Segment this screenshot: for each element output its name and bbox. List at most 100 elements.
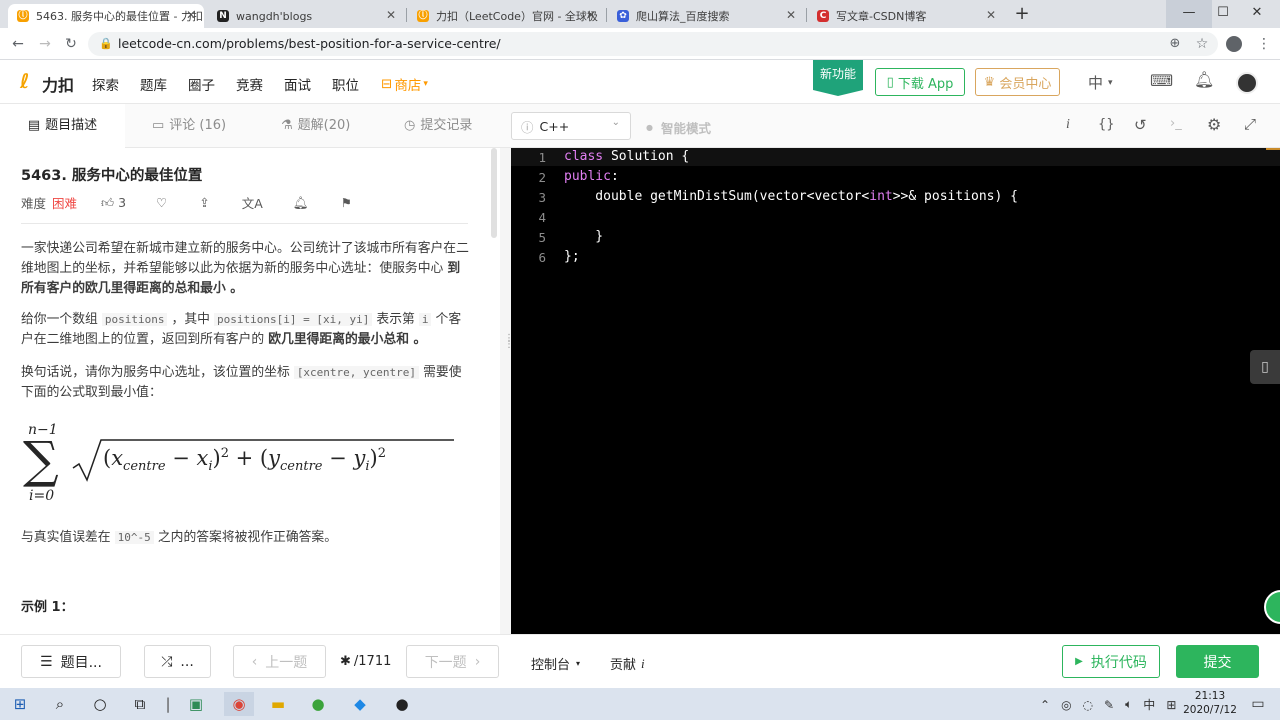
tab-title: 5463. 服务中心的最佳位置 - 力扣 — [36, 10, 203, 23]
volume-icon[interactable]: 🔈︎ — [1125, 697, 1132, 712]
close-icon[interactable]: ✕ — [586, 8, 596, 22]
vip-icon: ♛ — [983, 74, 996, 90]
settings-icon[interactable]: ⚙ — [1207, 115, 1221, 134]
app-icon[interactable]: ▣ — [184, 692, 208, 716]
browser-tab[interactable]: N wangdh'blogs ✕ — [208, 4, 404, 28]
prev-problem-button[interactable]: ‹ 上一题 — [233, 645, 326, 678]
reset-icon[interactable]: ↺ — [1134, 116, 1147, 134]
translate-icon[interactable]: 文A — [242, 193, 263, 212]
code-editor[interactable] — [511, 148, 1280, 634]
download-app-button[interactable]: ▯ 下载 App — [875, 68, 965, 96]
ime-indicator[interactable]: 中 — [1143, 696, 1155, 713]
nav-link-interview[interactable]: 面试 — [284, 74, 311, 94]
fullscreen-icon[interactable]: ⤢ — [1244, 115, 1256, 133]
submit-button[interactable]: 提交 — [1176, 645, 1259, 678]
network-icon[interactable]: ◌ — [1083, 698, 1093, 712]
clock-icon: ◷ — [404, 118, 416, 133]
back-icon[interactable]: ← — [9, 35, 27, 53]
thumb-up-icon: 👍︎ — [101, 194, 115, 210]
close-icon[interactable]: ✕ — [386, 8, 396, 22]
leetcode-icon: ⓛ — [417, 10, 429, 22]
vscode-icon[interactable]: ◆ — [348, 692, 372, 716]
reload-icon[interactable]: ↻ — [62, 35, 80, 53]
difficulty-label: 难度 — [21, 196, 47, 211]
avatar[interactable] — [1236, 72, 1258, 94]
browser-tab[interactable]: ⓛ 力扣（LeetCode）官网 - 全球极 ✕ — [408, 4, 604, 28]
paragraph-input: 给你一个数组 positions ，其中 positions[i] = [xi,… — [21, 312, 462, 347]
nav-link-problems[interactable]: 题库 — [140, 74, 167, 94]
chrome-icon[interactable]: ◉ — [224, 692, 254, 716]
contribute-button[interactable]: 贡献 i — [610, 654, 645, 674]
menu-kebab-icon[interactable]: ⋮ — [1255, 35, 1273, 53]
terminal-icon[interactable]: ›_ — [1170, 116, 1182, 131]
url-input[interactable]: 🔒 leetcode-cn.com/problems/best-position… — [88, 32, 1218, 56]
clock[interactable]: 21:13 2020/7/12 — [1175, 689, 1245, 717]
nav-link-jobs[interactable]: 职位 — [332, 74, 359, 94]
tab-divider — [806, 8, 807, 22]
language-switch[interactable]: 中 ▾ — [1088, 72, 1113, 93]
browser-tab[interactable]: ✿ 爬山算法_百度搜索 ✕ — [608, 4, 804, 28]
notion-icon: N — [217, 10, 229, 22]
tab-title: 写文章-CSDN博客 — [836, 10, 927, 23]
windows-start-icon[interactable]: ⊞ — [8, 692, 32, 716]
pen-icon[interactable]: ✎ — [1104, 698, 1114, 712]
forward-icon[interactable]: → — [36, 35, 54, 53]
task-view-icon[interactable]: ⧉ — [128, 692, 152, 716]
chevron-up-icon[interactable]: ⌃ — [1040, 698, 1050, 712]
browser-tab[interactable]: ⓛ 5463. 服务中心的最佳位置 - 力扣 ✕ — [8, 4, 204, 28]
tray-app-icon[interactable]: ◎ — [1061, 698, 1071, 712]
info-icon[interactable]: i — [1066, 117, 1070, 133]
close-icon[interactable]: ✕ — [186, 8, 196, 22]
tab-solutions[interactable]: ⚗ 题解(20) — [281, 104, 350, 148]
format-code-icon[interactable]: {} — [1098, 117, 1115, 132]
tab-description[interactable]: ▤ 题目描述 — [0, 104, 125, 148]
feedback-icon[interactable]: ⚑ — [341, 195, 352, 210]
system-tray: ⌃ ◎ ◌ ✎ 🔈︎ 中 ⊞ — [1040, 696, 1176, 713]
language-select[interactable]: ⓘ C++ ⌄ — [511, 112, 631, 140]
problem-list-button[interactable]: ☰ 题目... — [21, 645, 121, 678]
github-icon[interactable]: ● — [390, 692, 414, 716]
console-toggle[interactable]: 控制台 ▾ — [531, 654, 580, 673]
nav-link-contest[interactable]: 竞赛 — [236, 74, 263, 94]
new-feature-badge[interactable]: 新功能 — [813, 60, 863, 90]
file-explorer-icon[interactable]: ▬ — [266, 692, 290, 716]
bell-icon[interactable]: 🔔︎ — [1194, 70, 1214, 90]
close-icon[interactable]: ✕ — [786, 8, 796, 22]
browser-tab[interactable]: C 写文章-CSDN博客 ✕ — [808, 4, 1004, 28]
search-icon[interactable]: ⌕ — [48, 692, 72, 716]
info-circle-icon: ⓘ — [521, 119, 534, 135]
bookmark-star-icon[interactable]: ☆ — [1193, 35, 1211, 53]
share-icon[interactable]: ⇪ — [199, 195, 209, 210]
nav-link-circle[interactable]: 圈子 — [188, 74, 215, 94]
random-problem-button[interactable]: ⤮... — [144, 645, 211, 678]
notification-icon[interactable]: ▭ — [1246, 692, 1270, 716]
new-tab-button[interactable]: + — [1012, 4, 1032, 24]
line-number: 2 — [538, 170, 546, 185]
chevron-left-icon: ‹ — [251, 653, 258, 670]
nav-link-store[interactable]: ⊟ 商店 ▾ — [381, 74, 428, 94]
notify-bell-icon[interactable]: 🔔︎ — [293, 195, 309, 211]
close-window-button[interactable]: ✕ — [1234, 0, 1280, 28]
like-button[interactable]: 👍︎ 3 — [101, 195, 126, 211]
member-center-button[interactable]: ♛ 会员中心 — [975, 68, 1060, 96]
panel-splitter[interactable]: ⋮ ⋮ — [500, 148, 514, 634]
heart-icon[interactable]: ♡ — [156, 195, 167, 210]
tab-submissions[interactable]: ◷ 提交记录 — [404, 104, 472, 148]
problem-counter[interactable]: ✱/1711 — [340, 654, 391, 669]
smart-mode-toggle[interactable]: ● 智能模式 — [646, 118, 711, 137]
notes-tab-icon[interactable]: ▯ — [1250, 350, 1280, 384]
run-code-button[interactable]: ▶ 执行代码 — [1062, 645, 1160, 678]
zoom-icon[interactable]: ⊕ — [1166, 35, 1184, 53]
tab-divider — [606, 8, 607, 22]
playground-icon[interactable]: ⌨ — [1150, 71, 1173, 91]
wechat-icon[interactable]: ● — [306, 692, 330, 716]
tab-comments[interactable]: ▭ 评论 (16) — [152, 104, 226, 148]
next-problem-button[interactable]: 下一题 › — [406, 645, 499, 678]
profile-icon[interactable] — [1226, 36, 1242, 52]
info-icon: i — [641, 655, 645, 671]
scrollbar-thumb[interactable] — [491, 148, 497, 238]
close-icon[interactable]: ✕ — [986, 8, 996, 22]
logo-text[interactable]: 力扣 — [42, 72, 74, 96]
nav-link-explore[interactable]: 探索 — [92, 74, 119, 94]
cortana-icon[interactable]: ○ — [88, 692, 112, 716]
